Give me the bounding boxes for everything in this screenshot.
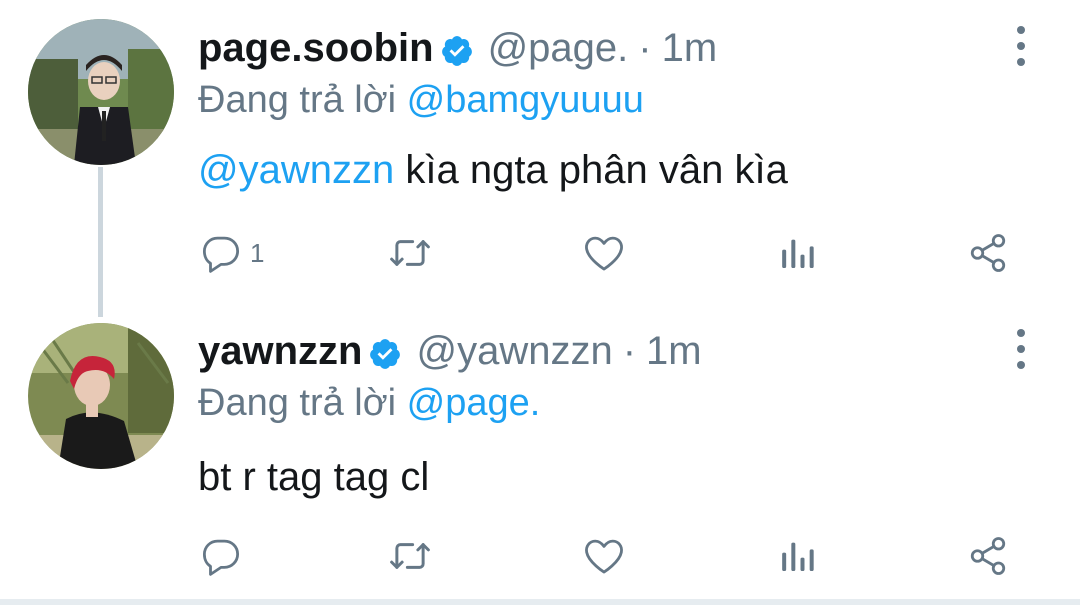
timestamp[interactable]: 1m: [662, 24, 718, 72]
retweet-icon: [390, 543, 430, 569]
tweet[interactable]: page.soobin @page. · 1m Đang trả lời @ba…: [0, 0, 1080, 317]
heart-icon: [585, 539, 623, 574]
display-name[interactable]: page.soobin: [198, 24, 434, 72]
share-icon: [970, 234, 1006, 272]
retweet-button[interactable]: [386, 228, 434, 278]
tweet-text: @yawnzzn kìa ngta phân vân kìa: [198, 146, 788, 194]
reply-button[interactable]: [200, 531, 250, 581]
verified-badge-icon: [440, 31, 474, 66]
avatar[interactable]: [28, 323, 174, 469]
more-vertical-icon[interactable]: [1008, 329, 1034, 369]
share-button[interactable]: [966, 228, 1010, 278]
display-name[interactable]: yawnzzn: [198, 327, 362, 375]
text-body: bt r tag tag cl: [198, 455, 430, 499]
replying-to: Đang trả lời @bamgyuuuu: [198, 77, 644, 123]
avatar-image: [28, 323, 174, 469]
reply-count: 1: [250, 237, 265, 268]
timestamp[interactable]: 1m: [646, 327, 702, 375]
tweet-timeline: page.soobin @page. · 1m Đang trả lời @ba…: [0, 0, 1080, 605]
tweet-actions: 1: [0, 228, 1080, 278]
reply-icon: [202, 236, 240, 273]
handle[interactable]: @yawnzzn: [416, 327, 612, 375]
verified-badge-icon: [368, 334, 402, 369]
retweet-button[interactable]: [386, 531, 434, 581]
like-button[interactable]: [582, 228, 626, 278]
replying-to-mention[interactable]: @bamgyuuuu: [407, 79, 644, 121]
replying-to: Đang trả lời @page.: [198, 380, 540, 426]
more-vertical-icon[interactable]: [1008, 26, 1034, 66]
tweet-text: bt r tag tag cl: [198, 453, 429, 501]
divider: [0, 599, 1080, 605]
separator-dot: ·: [638, 26, 652, 70]
reply-button[interactable]: 1: [200, 228, 264, 278]
handle[interactable]: @page.: [488, 24, 629, 72]
share-icon: [970, 537, 1006, 575]
like-button[interactable]: [582, 531, 626, 581]
analytics-icon: [782, 542, 814, 571]
separator-dot: ·: [622, 329, 637, 373]
analytics-button[interactable]: [778, 531, 818, 581]
avatar[interactable]: [28, 19, 174, 165]
tweet-actions: [0, 531, 1080, 581]
replying-to-mention[interactable]: @page.: [407, 382, 541, 424]
tweet-header: yawnzzn @yawnzzn · 1m: [198, 327, 702, 375]
text-body: kìa ngta phân vân kìa: [394, 148, 788, 192]
analytics-button[interactable]: [778, 228, 818, 278]
replying-label: Đang trả lời: [198, 382, 397, 424]
avatar-image: [28, 19, 174, 165]
analytics-icon: [782, 239, 814, 268]
replying-label: Đang trả lời: [198, 79, 397, 121]
tweet[interactable]: yawnzzn @yawnzzn · 1m Đang trả lời @page…: [0, 303, 1080, 605]
text-mention[interactable]: @yawnzzn: [198, 148, 394, 192]
heart-icon: [585, 236, 623, 271]
retweet-icon: [390, 240, 430, 266]
share-button[interactable]: [966, 531, 1010, 581]
tweet-header: page.soobin @page. · 1m: [198, 24, 717, 72]
reply-icon: [202, 539, 240, 576]
